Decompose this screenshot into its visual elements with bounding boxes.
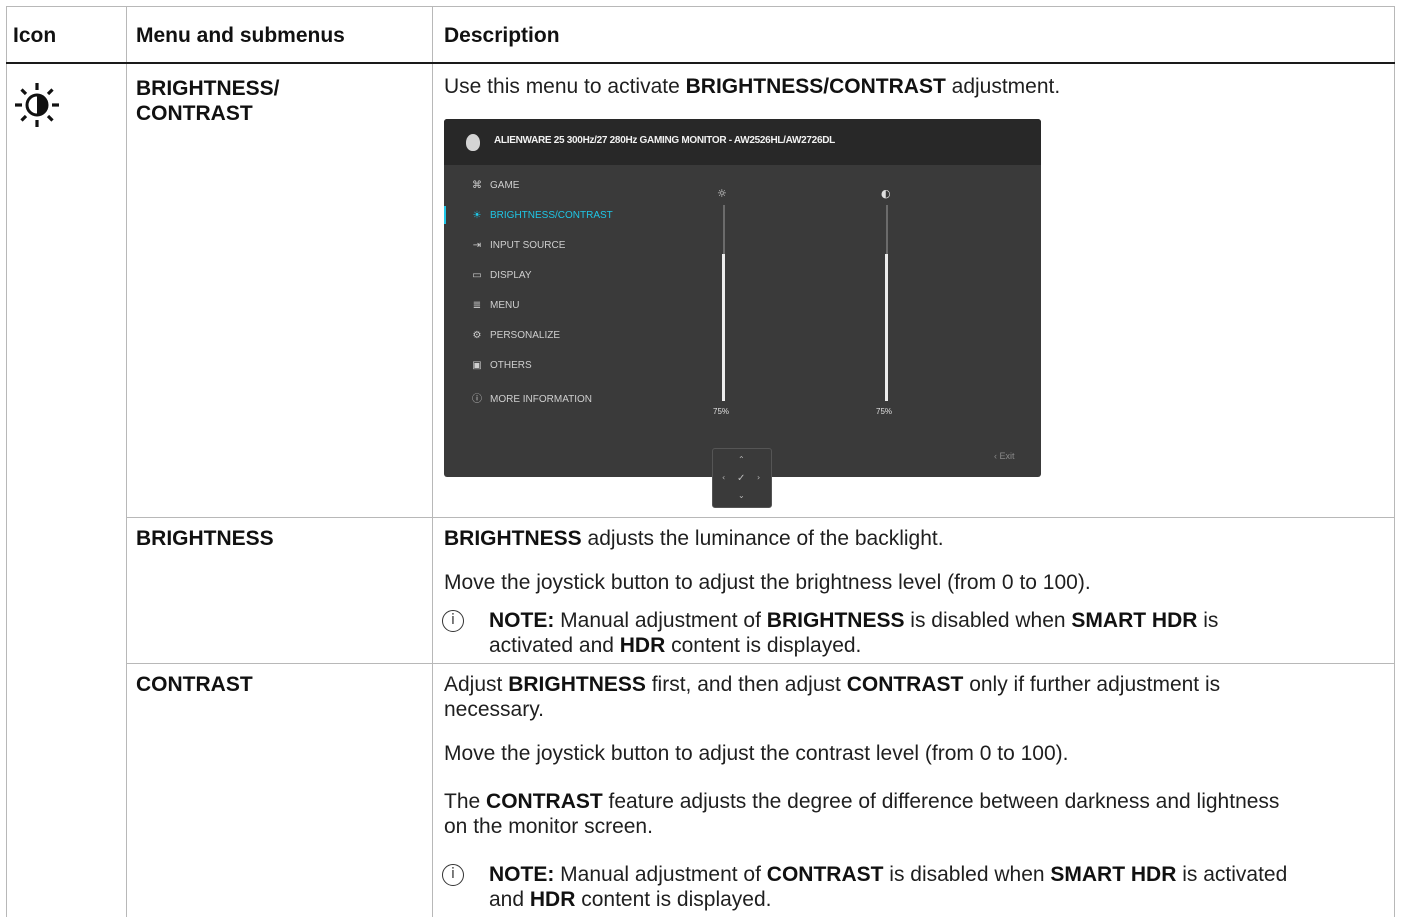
osd-selection-indicator bbox=[444, 206, 446, 224]
row-divider-1 bbox=[126, 517, 1395, 518]
brightness-contrast-icon bbox=[15, 83, 59, 127]
brightness-value: 75% bbox=[713, 407, 730, 416]
menu-brightness-contrast-line1: BRIGHTNESS/ bbox=[136, 77, 280, 100]
brightness-note: NOTE: Manual adjustment of BRIGHTNESS is… bbox=[489, 609, 1219, 657]
osd-item-personalize: ⚙ PERSONALIZE bbox=[470, 330, 561, 344]
brightness-paragraph-1: BRIGHTNESS adjusts the luminance of the … bbox=[444, 527, 944, 550]
input-icon: ⇥ bbox=[472, 240, 482, 251]
osd-item-more-information: ⓘ MORE INFORMATION bbox=[470, 390, 592, 405]
contrast-paragraph-3: The CONTRAST feature adjusts the degree … bbox=[444, 790, 1280, 838]
osd-title: ALIENWARE 25 300Hz/27 280Hz GAMING MONIT… bbox=[494, 135, 835, 146]
table-border-right bbox=[1394, 6, 1395, 917]
contrast-slider-fill bbox=[885, 254, 888, 401]
brightness-slider-sun-icon: ☼ bbox=[717, 187, 727, 200]
osd-item-game: ⌘ GAME bbox=[472, 180, 520, 191]
joystick-right-icon: › bbox=[757, 473, 761, 482]
menu-brightness-contrast-line2: CONTRAST bbox=[136, 102, 253, 125]
contrast-paragraph-1: Adjust BRIGHTNESS first, and then adjust… bbox=[444, 673, 1221, 721]
contrast-value: 75% bbox=[876, 407, 893, 416]
osd-item-brightness-contrast: ☀ BRIGHTNESS/CONTRAST bbox=[470, 210, 613, 224]
column-divider-1 bbox=[126, 6, 127, 917]
osd-item-menu: ≣ MENU bbox=[470, 300, 520, 314]
brightness-paragraph-2: Move the joystick button to adjust the b… bbox=[444, 571, 1091, 594]
contrast-paragraph-2: Move the joystick button to adjust the c… bbox=[444, 742, 1069, 765]
gamepad-icon: ⌘ bbox=[472, 180, 482, 191]
joystick-down-icon: ⌄ bbox=[738, 491, 745, 500]
brightness-slider-fill bbox=[722, 254, 725, 401]
osd-title-bar: ALIENWARE 25 300Hz/27 280Hz GAMING MONIT… bbox=[444, 119, 1041, 165]
contrast-note-info-icon: i bbox=[442, 864, 464, 886]
menu-icon: ≣ bbox=[472, 300, 482, 311]
menu-contrast: CONTRAST bbox=[136, 673, 253, 696]
sun-icon: ☀ bbox=[472, 210, 482, 221]
joystick-left-icon: ‹ bbox=[722, 473, 726, 482]
table-border-top bbox=[6, 6, 1395, 7]
contrast-note: NOTE: Manual adjustment of CONTRAST is d… bbox=[489, 863, 1288, 911]
joystick-navigator-icon: ⌃ ‹ ✓ › ⌄ bbox=[712, 448, 772, 508]
header-menu: Menu and submenus bbox=[136, 24, 345, 47]
osd-item-display: ▭ DISPLAY bbox=[470, 270, 531, 284]
joystick-up-icon: ⌃ bbox=[738, 455, 745, 464]
osd-item-input-source: ⇥ INPUT SOURCE bbox=[470, 240, 566, 254]
others-icon: ▣ bbox=[472, 360, 482, 371]
monitor-icon: ▭ bbox=[472, 270, 482, 281]
osd-exit: ‹ Exit bbox=[994, 451, 1015, 461]
info-icon: ⓘ bbox=[472, 394, 482, 405]
menu-brightness: BRIGHTNESS bbox=[136, 527, 274, 550]
table-border-left bbox=[6, 6, 7, 917]
header-icon: Icon bbox=[13, 24, 57, 47]
brightness-contrast-description: Use this menu to activate BRIGHTNESS/CON… bbox=[444, 75, 1061, 98]
gear-icon: ⚙ bbox=[472, 330, 482, 341]
header-description: Description bbox=[444, 24, 560, 47]
row-divider-2 bbox=[126, 663, 1395, 664]
back-icon: ‹ bbox=[994, 451, 997, 461]
osd-screenshot: ALIENWARE 25 300Hz/27 280Hz GAMING MONIT… bbox=[444, 119, 1041, 477]
contrast-slider-icon: ◐ bbox=[881, 187, 891, 200]
osd-item-others: ▣ OTHERS bbox=[470, 360, 531, 374]
joystick-ok-icon: ✓ bbox=[737, 473, 746, 484]
alienware-logo-icon bbox=[466, 134, 480, 151]
brightness-note-info-icon: i bbox=[442, 610, 464, 632]
column-divider-2 bbox=[432, 6, 433, 917]
header-divider bbox=[6, 62, 1395, 64]
